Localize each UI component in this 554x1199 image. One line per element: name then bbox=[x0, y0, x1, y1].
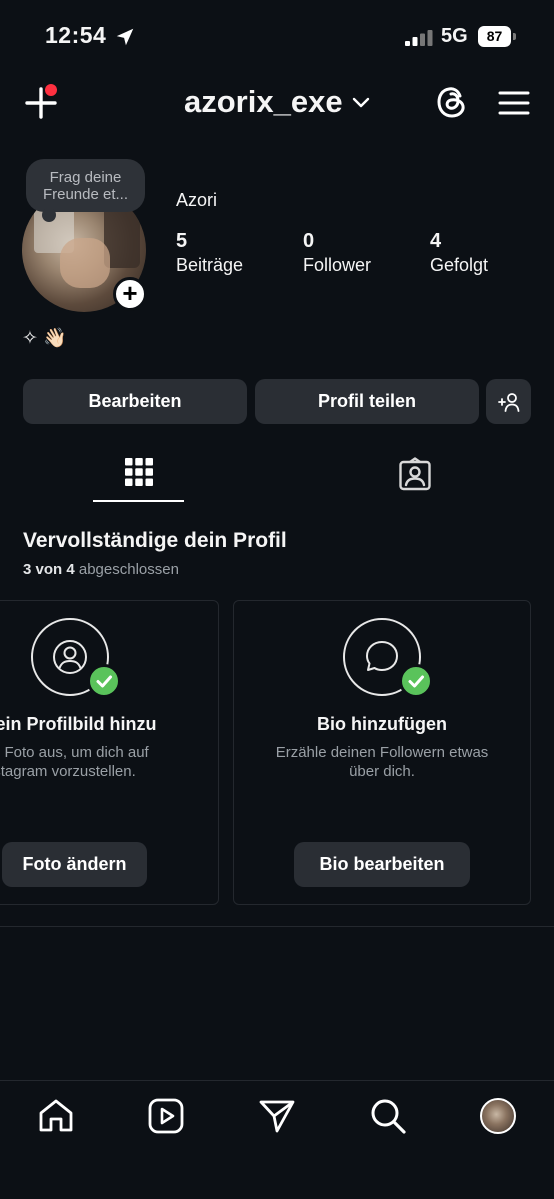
add-person-icon bbox=[497, 393, 519, 412]
bio-card-title: Bio hinzufügen bbox=[317, 714, 447, 734]
search-icon[interactable] bbox=[369, 1097, 407, 1135]
discover-people-button[interactable] bbox=[486, 379, 531, 424]
stat-following-count: 4 bbox=[430, 230, 442, 252]
network-type: 5G bbox=[441, 25, 468, 47]
note-bubble[interactable]: Frag deine Freunde et... bbox=[26, 159, 145, 212]
account-username[interactable]: azorix_exe bbox=[184, 84, 343, 120]
change-photo-button[interactable]: Foto ändern bbox=[2, 842, 147, 887]
profile-nav-avatar[interactable] bbox=[480, 1098, 516, 1134]
share-profile-button[interactable]: Profil teilen bbox=[255, 379, 479, 424]
profile-photo-card-title: e ein Profilbild hinzu bbox=[0, 714, 157, 734]
chevron-down-icon[interactable] bbox=[352, 97, 370, 109]
profile-photo-card-desc: ein Foto aus, um dich auf stagram vorzus… bbox=[0, 744, 149, 780]
completed-check-icon bbox=[399, 664, 433, 698]
status-time: 12:54 bbox=[45, 22, 107, 48]
stat-posts-label: Beiträge bbox=[176, 255, 244, 275]
stat-followers-count: 0 bbox=[303, 230, 315, 252]
bio-card-desc: Erzähle deinen Followern etwas über dich… bbox=[275, 744, 489, 780]
tagged-photos-tab-icon[interactable] bbox=[398, 457, 432, 491]
location-arrow-icon bbox=[116, 28, 134, 46]
complete-profile-progress: 3 von 4 abgeschlossen bbox=[23, 561, 179, 578]
stat-following-label: Gefolgt bbox=[430, 255, 489, 275]
stat-posts-count: 5 bbox=[176, 230, 188, 252]
stat-posts[interactable]: 5 Beiträge bbox=[176, 229, 243, 276]
profile-photo-card: e ein Profilbild hinzu ein Foto aus, um … bbox=[0, 600, 219, 905]
home-icon[interactable] bbox=[37, 1097, 75, 1135]
threads-icon[interactable] bbox=[434, 84, 470, 120]
completed-check-icon bbox=[87, 664, 121, 698]
battery-icon: 87 bbox=[478, 26, 516, 48]
stat-followers-label: Follower bbox=[303, 255, 372, 275]
progress-count: 3 von 4 bbox=[23, 561, 75, 578]
display-name: Azori bbox=[176, 190, 218, 210]
progress-suffix: abgeschlossen bbox=[78, 561, 179, 578]
direct-message-icon[interactable] bbox=[258, 1097, 296, 1135]
notification-dot bbox=[45, 84, 57, 96]
bio-card: Bio hinzufügen Erzähle deinen Followern … bbox=[233, 600, 531, 905]
posts-grid-tab-icon[interactable] bbox=[124, 457, 154, 487]
add-story-button[interactable]: + bbox=[113, 277, 147, 311]
stat-following[interactable]: 4 Gefolgt bbox=[430, 229, 488, 276]
section-divider bbox=[0, 926, 554, 927]
profile-bio: ✧ 👋🏻 bbox=[22, 328, 67, 349]
reels-icon[interactable] bbox=[147, 1097, 185, 1135]
nav-divider bbox=[0, 1080, 554, 1081]
edit-bio-button[interactable]: Bio bearbeiten bbox=[294, 842, 470, 887]
battery-level: 87 bbox=[478, 26, 511, 47]
menu-hamburger-icon[interactable] bbox=[498, 90, 530, 116]
complete-profile-title: Vervollständige dein Profil bbox=[23, 529, 287, 552]
active-tab-indicator bbox=[93, 500, 184, 502]
note-bubble-tail bbox=[42, 208, 56, 222]
edit-profile-button[interactable]: Bearbeiten bbox=[23, 379, 247, 424]
cellular-signal-icon bbox=[405, 30, 433, 46]
stat-followers[interactable]: 0 Follower bbox=[303, 229, 371, 276]
